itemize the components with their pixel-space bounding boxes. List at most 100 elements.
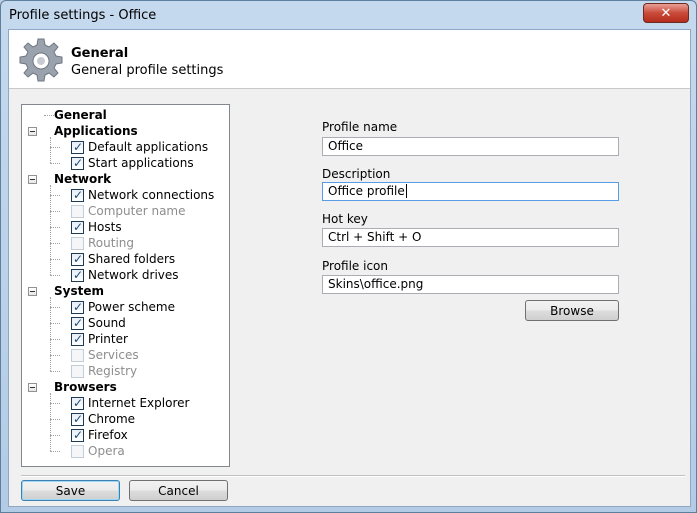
title-bar[interactable]: Profile settings - Office ✕ — [1, 1, 696, 29]
tree-item-label: Network connections — [88, 188, 215, 202]
checkbox-checked[interactable] — [71, 267, 84, 283]
tree-item-label: Default applications — [88, 140, 209, 154]
tree-connector — [50, 323, 60, 324]
tree-connector — [50, 227, 60, 228]
tree-connector — [50, 403, 60, 404]
tree-group-label: System — [54, 284, 104, 298]
checkbox-unchecked — [71, 205, 84, 218]
checkbox-checked[interactable] — [71, 187, 84, 203]
checkbox-checked[interactable] — [71, 251, 84, 267]
tree-connector — [50, 243, 60, 244]
profile-settings-window: Profile settings - Office ✕ General Gene… — [0, 0, 697, 513]
tree-item[interactable]: Network connections — [22, 187, 227, 203]
gear-icon — [19, 38, 63, 82]
tree-group[interactable]: General — [22, 107, 227, 123]
close-button[interactable]: ✕ — [643, 3, 689, 23]
cancel-button[interactable]: Cancel — [129, 480, 228, 501]
tree-item-label: Shared folders — [88, 252, 176, 266]
client-area: General General profile settings General… — [8, 29, 691, 507]
checkbox-unchecked — [71, 365, 84, 378]
tree-item[interactable]: Start applications — [22, 155, 227, 171]
tree-group[interactable]: Browsers — [22, 379, 227, 395]
tree-item-label: Computer name — [88, 204, 186, 218]
tree-item-label: Power scheme — [88, 300, 176, 314]
tree-item-label: Sound — [88, 316, 126, 330]
tree-item[interactable]: Opera — [22, 443, 227, 459]
tree-item[interactable]: Printer — [22, 331, 227, 347]
checkbox-checked[interactable] — [71, 155, 84, 171]
header-subtitle: General profile settings — [71, 63, 224, 78]
profile-name-input[interactable]: Office — [322, 137, 619, 156]
window-title: Profile settings - Office — [9, 8, 157, 23]
checkbox-checked[interactable] — [71, 427, 84, 443]
tree-connector — [50, 275, 60, 276]
tree-item-label: Start applications — [88, 156, 194, 170]
text-caret — [405, 184, 407, 198]
collapse-icon[interactable] — [28, 127, 37, 136]
browse-button[interactable]: Browse — [525, 300, 619, 321]
tree-item[interactable]: Firefox — [22, 427, 227, 443]
checkbox-checked[interactable] — [71, 315, 84, 331]
tree-item[interactable]: Hosts — [22, 219, 227, 235]
tree-item[interactable]: Power scheme — [22, 299, 227, 315]
tree-connector — [50, 355, 60, 356]
tree-item-label: Hosts — [88, 220, 122, 234]
tree-item[interactable]: Sound — [22, 315, 227, 331]
checkbox-checked[interactable] — [71, 395, 84, 411]
settings-tree[interactable]: General Applications Default applications S… — [21, 104, 230, 467]
tree-item-label: Registry — [88, 364, 138, 378]
tree-guide-line — [50, 185, 51, 275]
tree-item[interactable]: Routing — [22, 235, 227, 251]
tree-item[interactable]: Chrome — [22, 411, 227, 427]
tree-connector — [50, 435, 60, 436]
profile-icon-input[interactable]: Skins\office.png — [322, 275, 619, 294]
collapse-icon[interactable] — [28, 175, 37, 184]
tree-connector — [50, 307, 60, 308]
tree-guide-line — [50, 137, 51, 163]
checkbox-checked[interactable] — [71, 139, 84, 155]
collapse-icon[interactable] — [28, 287, 37, 296]
tree-connector — [50, 211, 60, 212]
tree-guide-line — [50, 393, 51, 451]
description-input[interactable]: Office profile — [322, 182, 619, 201]
checkbox-checked[interactable] — [71, 411, 84, 427]
hotkey-label: Hot key — [322, 212, 368, 226]
save-button[interactable]: Save — [21, 480, 120, 501]
tree-item[interactable]: Shared folders — [22, 251, 227, 267]
tree-item[interactable]: Internet Explorer — [22, 395, 227, 411]
tree-item-label: Chrome — [88, 412, 136, 426]
checkbox-checked[interactable] — [71, 219, 84, 235]
tree-connector — [50, 451, 60, 452]
tree-item-label: Network drives — [88, 268, 179, 282]
close-icon: ✕ — [660, 5, 672, 21]
profile-icon-label: Profile icon — [322, 259, 389, 273]
checkbox-unchecked — [71, 445, 84, 458]
checkbox-checked[interactable] — [71, 331, 84, 347]
header-panel: General General profile settings — [9, 30, 690, 89]
tree-group[interactable]: Network — [22, 171, 227, 187]
tree-item-label: Firefox — [88, 428, 128, 442]
tree-connector — [50, 419, 60, 420]
description-label: Description — [322, 167, 391, 181]
checkbox-checked[interactable] — [71, 299, 84, 315]
tree-group[interactable]: Applications — [22, 123, 227, 139]
tree-item-label: Routing — [88, 236, 135, 250]
footer-separator — [21, 475, 685, 477]
checkbox-unchecked — [71, 349, 84, 362]
tree-connector — [50, 195, 60, 196]
tree-item-label: Opera — [88, 444, 125, 458]
tree-item[interactable]: Registry — [22, 363, 227, 379]
tree-item[interactable]: Services — [22, 347, 227, 363]
tree-guide-line — [50, 297, 51, 371]
tree-group-label: Applications — [54, 124, 138, 138]
hotkey-input[interactable]: Ctrl + Shift + O — [322, 228, 619, 247]
header-title: General — [71, 46, 129, 61]
tree-connector — [50, 147, 60, 148]
checkbox-unchecked — [71, 237, 84, 250]
tree-item[interactable]: Default applications — [22, 139, 227, 155]
tree-group-label: General — [54, 108, 107, 122]
collapse-icon[interactable] — [28, 383, 37, 392]
tree-item[interactable]: Network drives — [22, 267, 227, 283]
tree-item[interactable]: Computer name — [22, 203, 227, 219]
tree-group[interactable]: System — [22, 283, 227, 299]
